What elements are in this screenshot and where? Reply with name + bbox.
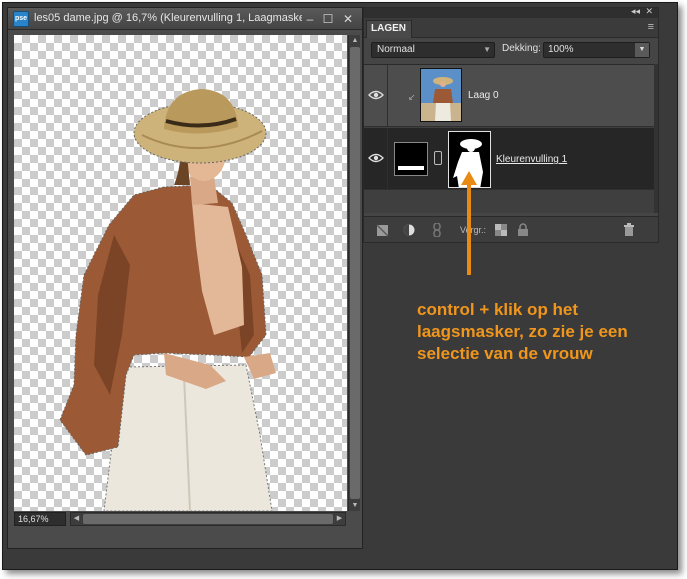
- layers-panel: ◂◂ ✕ LAGEN ≡ Normaal ▼ Dekking: 100% ▼ ↙…: [363, 6, 659, 243]
- application-frame: pse les05 dame.jpg @ 16,7% (Kleurenvulli…: [2, 2, 678, 570]
- eye-icon: [368, 153, 384, 163]
- scroll-down-icon[interactable]: ▼: [349, 500, 361, 511]
- blend-mode-select[interactable]: Normaal ▼: [371, 42, 495, 58]
- opacity-dropdown-icon[interactable]: ▼: [635, 43, 649, 57]
- annotation-arrow: [467, 183, 471, 275]
- eye-icon: [368, 90, 384, 100]
- mask-link-icon[interactable]: [434, 151, 442, 165]
- lock-transparency-icon[interactable]: [494, 223, 508, 237]
- horizontal-scrollbar[interactable]: ◀ ▶: [70, 512, 346, 526]
- annotation-text: control + klik op het laagsmasker, zo zi…: [417, 300, 628, 363]
- layer-thumbnail: [420, 68, 462, 122]
- woman-cutout-image: [59, 89, 276, 511]
- adjustment-layer-icon[interactable]: [402, 223, 416, 237]
- scroll-right-icon[interactable]: ▶: [334, 513, 345, 525]
- panel-footer: Vergr.:: [364, 216, 658, 242]
- opacity-label: Dekking:: [502, 43, 541, 54]
- trash-icon[interactable]: [622, 223, 636, 237]
- scroll-up-icon[interactable]: ▲: [349, 35, 361, 46]
- zoom-field[interactable]: 16,67%: [14, 512, 66, 526]
- tab-layers[interactable]: LAGEN: [366, 20, 412, 38]
- visibility-toggle[interactable]: [364, 128, 388, 190]
- close-panel-icon[interactable]: ✕: [645, 6, 653, 17]
- panel-tab-bar: LAGEN ≡: [364, 18, 658, 38]
- link-layers-icon[interactable]: [430, 223, 444, 237]
- document-window: pse les05 dame.jpg @ 16,7% (Kleurenvulli…: [7, 7, 363, 549]
- blend-mode-value: Normaal: [377, 44, 415, 55]
- vertical-scrollbar[interactable]: ▲ ▼: [348, 35, 360, 511]
- photoshop-elements-icon: pse: [13, 11, 29, 27]
- opacity-field[interactable]: 100% ▼: [543, 42, 650, 58]
- panel-menu-icon[interactable]: ≡: [648, 21, 654, 33]
- document-status-bar: 16,67% ◀ ▶: [12, 512, 360, 526]
- layer-row[interactable]: ↙ Laag 0: [364, 65, 654, 127]
- collapse-panel-icon[interactable]: ◂◂: [631, 6, 640, 17]
- fill-layer-thumbnail-bar: [398, 166, 424, 170]
- document-title: les05 dame.jpg @ 16,7% (Kleurenvulling 1…: [34, 12, 302, 24]
- layers-list: ↙ Laag 0 Kleurenvulling 1: [364, 64, 654, 213]
- chevron-down-icon: ▼: [483, 45, 491, 54]
- lock-all-icon[interactable]: [516, 223, 530, 237]
- image-canvas[interactable]: [14, 35, 347, 511]
- lock-label: Vergr.:: [460, 225, 487, 235]
- vertical-scroll-thumb[interactable]: [350, 47, 360, 499]
- new-layer-icon[interactable]: [376, 223, 390, 237]
- fill-layer-thumbnail[interactable]: [394, 142, 428, 176]
- minimize-button[interactable]: –: [302, 11, 318, 27]
- layer-name[interactable]: Kleurenvulling 1: [496, 154, 567, 165]
- panel-top-bar: ◂◂ ✕: [364, 6, 658, 18]
- layer-row-selected[interactable]: Kleurenvulling 1: [364, 128, 654, 190]
- visibility-toggle[interactable]: [364, 65, 388, 127]
- maximize-button[interactable]: ☐: [320, 11, 336, 27]
- opacity-value: 100%: [548, 44, 574, 55]
- layers-scrollbar[interactable]: [654, 64, 658, 213]
- scroll-left-icon[interactable]: ◀: [71, 513, 82, 525]
- horizontal-scroll-thumb[interactable]: [83, 514, 333, 524]
- document-title-bar[interactable]: pse les05 dame.jpg @ 16,7% (Kleurenvulli…: [8, 8, 362, 30]
- layer-name[interactable]: Laag 0: [468, 90, 499, 101]
- layer-link-icon: ↙: [408, 92, 416, 102]
- close-button[interactable]: ✕: [340, 11, 356, 27]
- layer-thumbnail-image: [421, 69, 461, 121]
